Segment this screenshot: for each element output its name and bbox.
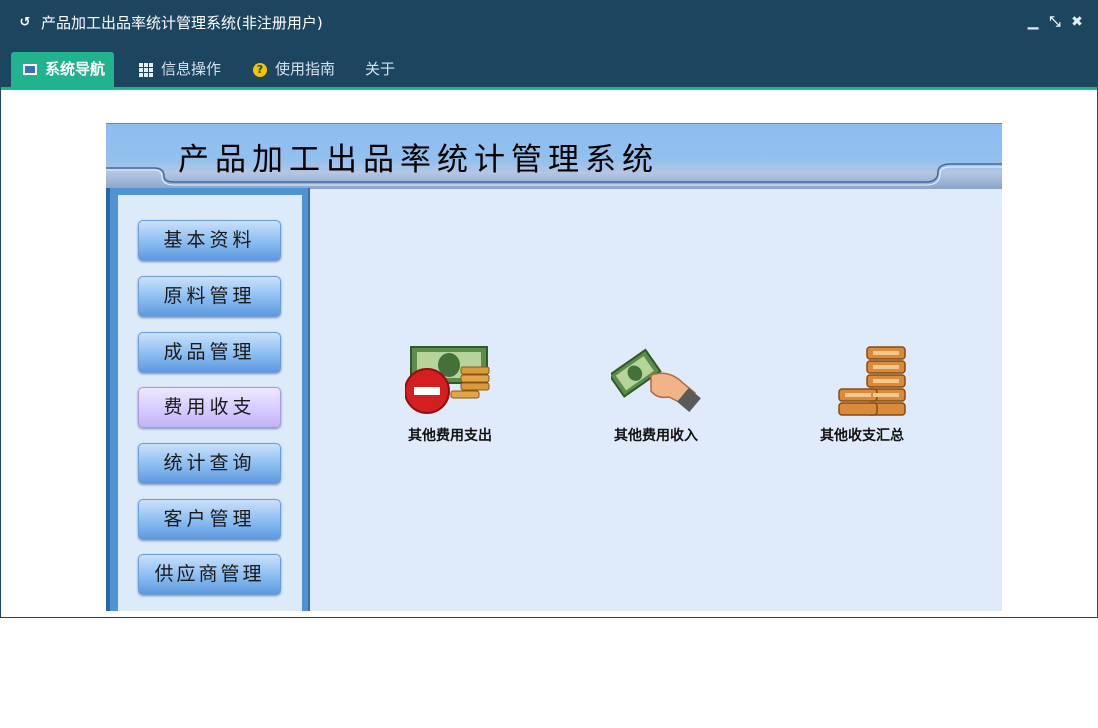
sidebar-divider: [308, 188, 310, 611]
sidebar-item-product-management[interactable]: 成品管理: [138, 332, 281, 373]
title-bar: ↺ 产品加工出品率统计管理系统(非注册用户) ▁ ⤡ ✖: [1, 1, 1097, 45]
sidebar-item-statistics-query[interactable]: 统计查询: [138, 443, 281, 484]
tab-user-guide[interactable]: ? 使用指南: [253, 52, 335, 87]
navigation-panel: 产品加工出品率统计管理系统 基本资料 原料管理 成品管理 费用收支 统计查询 客…: [106, 123, 1002, 611]
system-title: 产品加工出品率统计管理系统: [178, 142, 659, 178]
function-label: 其他费用支出: [408, 428, 492, 444]
tab-label: 系统导航: [45, 60, 106, 78]
tab-info-operation[interactable]: 信息操作: [139, 52, 221, 87]
sidebar-item-expense-income[interactable]: 费用收支: [138, 387, 281, 428]
tab-label: 信息操作: [161, 60, 222, 78]
tab-label: 关于: [365, 60, 396, 78]
help-icon: ?: [253, 62, 267, 77]
sidebar-edge: [106, 188, 110, 611]
close-icon[interactable]: ✖: [1069, 13, 1085, 31]
monitor-icon: [23, 64, 37, 75]
expense-money-icon: [404, 345, 495, 417]
function-label: 其他收支汇总: [820, 428, 904, 444]
tab-about[interactable]: 关于: [365, 52, 395, 87]
function-label: 其他费用收入: [614, 428, 698, 444]
menu-bar: 系统导航 信息操作 ? 使用指南 关于: [1, 45, 1097, 90]
income-hand-money-icon: [607, 345, 701, 417]
function-other-expense[interactable]: 其他费用支出: [375, 345, 525, 445]
minimize-icon[interactable]: ▁: [1025, 13, 1041, 31]
function-other-summary[interactable]: 其他收支汇总: [787, 345, 937, 445]
app-logo-icon: ↺: [19, 15, 31, 30]
grid-icon: [139, 62, 153, 77]
sidebar-item-basic-info[interactable]: 基本资料: [138, 220, 281, 261]
system-banner: 产品加工出品率统计管理系统: [106, 123, 1002, 189]
sidebar-item-customer-management[interactable]: 客户管理: [138, 499, 281, 540]
window-title: 产品加工出品率统计管理系统(非注册用户): [41, 14, 323, 32]
window-controls: ▁ ⤡ ✖: [1025, 13, 1085, 31]
sidebar-item-supplier-management[interactable]: 供应商管理: [138, 554, 281, 595]
restore-icon[interactable]: ⤡: [1047, 13, 1063, 31]
tab-system-navigation[interactable]: 系统导航: [11, 52, 115, 87]
function-other-income[interactable]: 其他费用收入: [581, 345, 731, 445]
coin-stack-icon: [817, 345, 907, 417]
tab-label: 使用指南: [275, 60, 336, 78]
sidebar-item-material-management[interactable]: 原料管理: [138, 276, 281, 317]
